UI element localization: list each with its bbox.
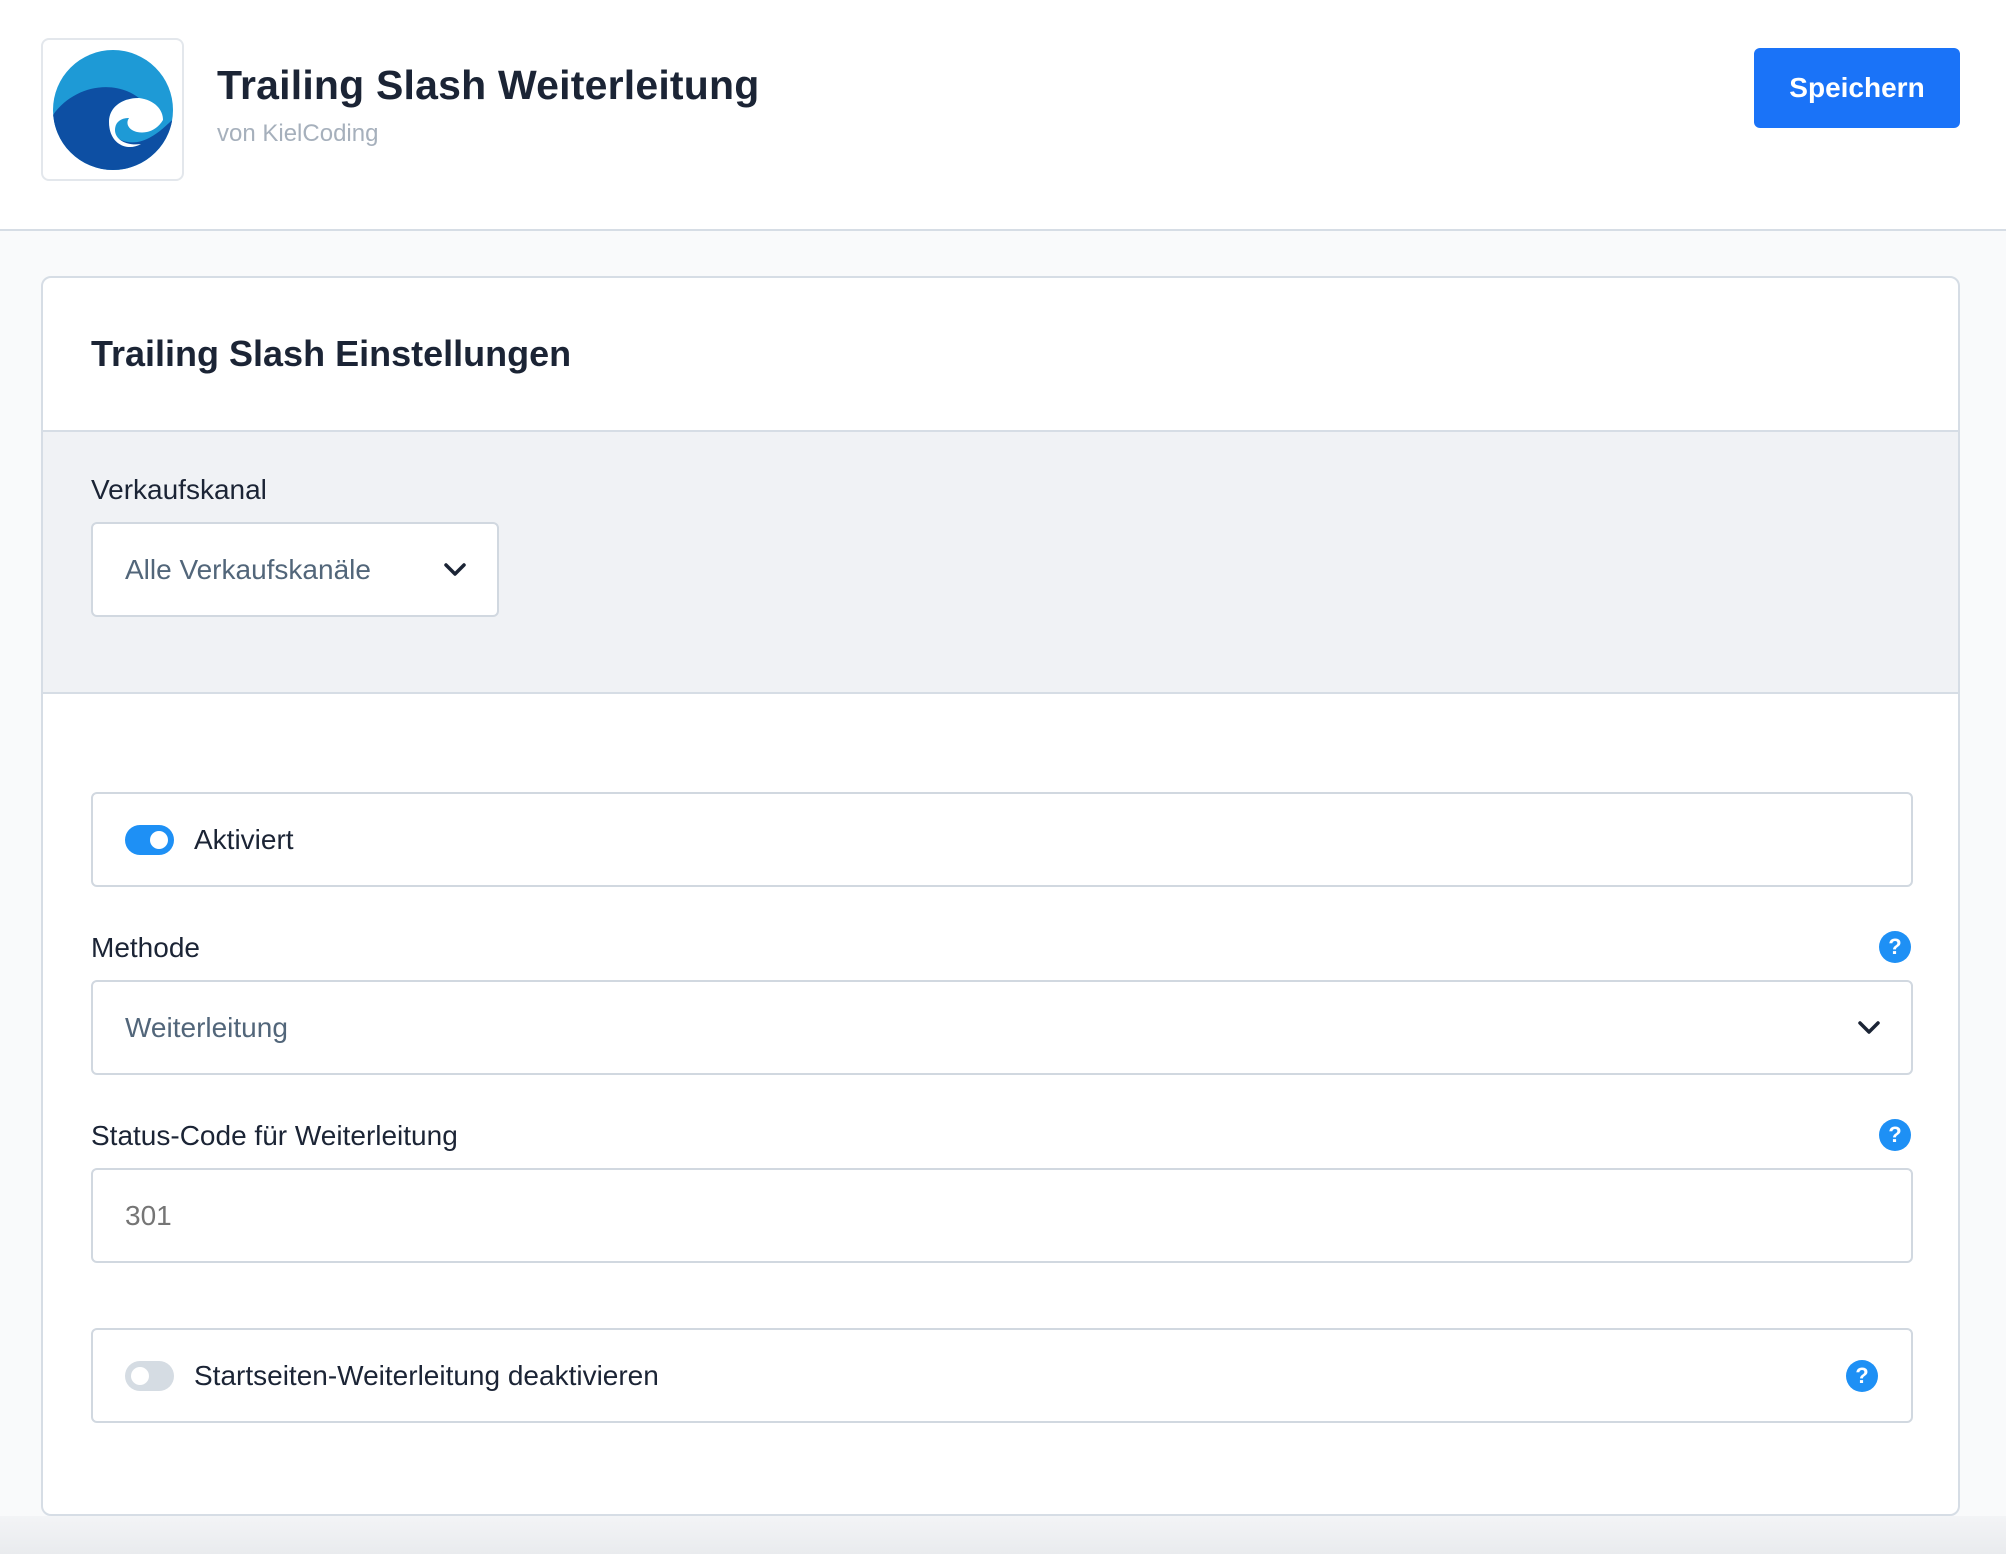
page-bottom-edge bbox=[0, 1516, 2006, 1554]
homepage-redirect-label: Startseiten-Weiterleitung deaktivieren bbox=[194, 1360, 659, 1391]
activated-toggle[interactable] bbox=[125, 825, 174, 855]
status-code-label: Status-Code für Weiterleitung bbox=[91, 1120, 458, 1151]
wave-logo-icon bbox=[52, 49, 173, 170]
method-value: Weiterleitung bbox=[125, 1011, 288, 1043]
method-help-icon[interactable]: ? bbox=[1879, 931, 1911, 963]
sales-channel-value: Alle Verkaufskanäle bbox=[125, 553, 371, 585]
app-logo bbox=[41, 38, 184, 181]
chevron-down-icon bbox=[444, 562, 466, 576]
save-button[interactable]: Speichern bbox=[1754, 48, 1960, 128]
app-vendor: von KielCoding bbox=[217, 120, 379, 147]
sales-channel-section: Verkaufskanal Alle Verkaufskanäle bbox=[43, 432, 1958, 694]
sales-channel-select[interactable]: Alle Verkaufskanäle bbox=[91, 522, 499, 617]
activated-label: Aktiviert bbox=[194, 824, 294, 855]
card-header: Trailing Slash Einstellungen bbox=[43, 278, 1958, 432]
homepage-redirect-help-icon[interactable]: ? bbox=[1846, 1360, 1878, 1392]
activated-row: Aktiviert bbox=[91, 792, 1913, 887]
status-code-input[interactable] bbox=[91, 1168, 1913, 1263]
chevron-down-icon bbox=[1858, 1020, 1880, 1034]
app-header: Trailing Slash Weiterleitung von KielCod… bbox=[0, 0, 2006, 231]
status-code-help-icon[interactable]: ? bbox=[1879, 1119, 1911, 1151]
homepage-redirect-toggle[interactable] bbox=[125, 1361, 174, 1391]
card-title: Trailing Slash Einstellungen bbox=[91, 333, 572, 374]
sales-channel-label: Verkaufskanal bbox=[91, 474, 267, 505]
method-select[interactable]: Weiterleitung bbox=[91, 980, 1913, 1075]
app-title: Trailing Slash Weiterleitung bbox=[217, 62, 760, 108]
method-label: Methode bbox=[91, 932, 200, 963]
homepage-redirect-row: Startseiten-Weiterleitung deaktivieren ? bbox=[91, 1328, 1913, 1423]
settings-card: Trailing Slash Einstellungen Verkaufskan… bbox=[41, 276, 1960, 1516]
